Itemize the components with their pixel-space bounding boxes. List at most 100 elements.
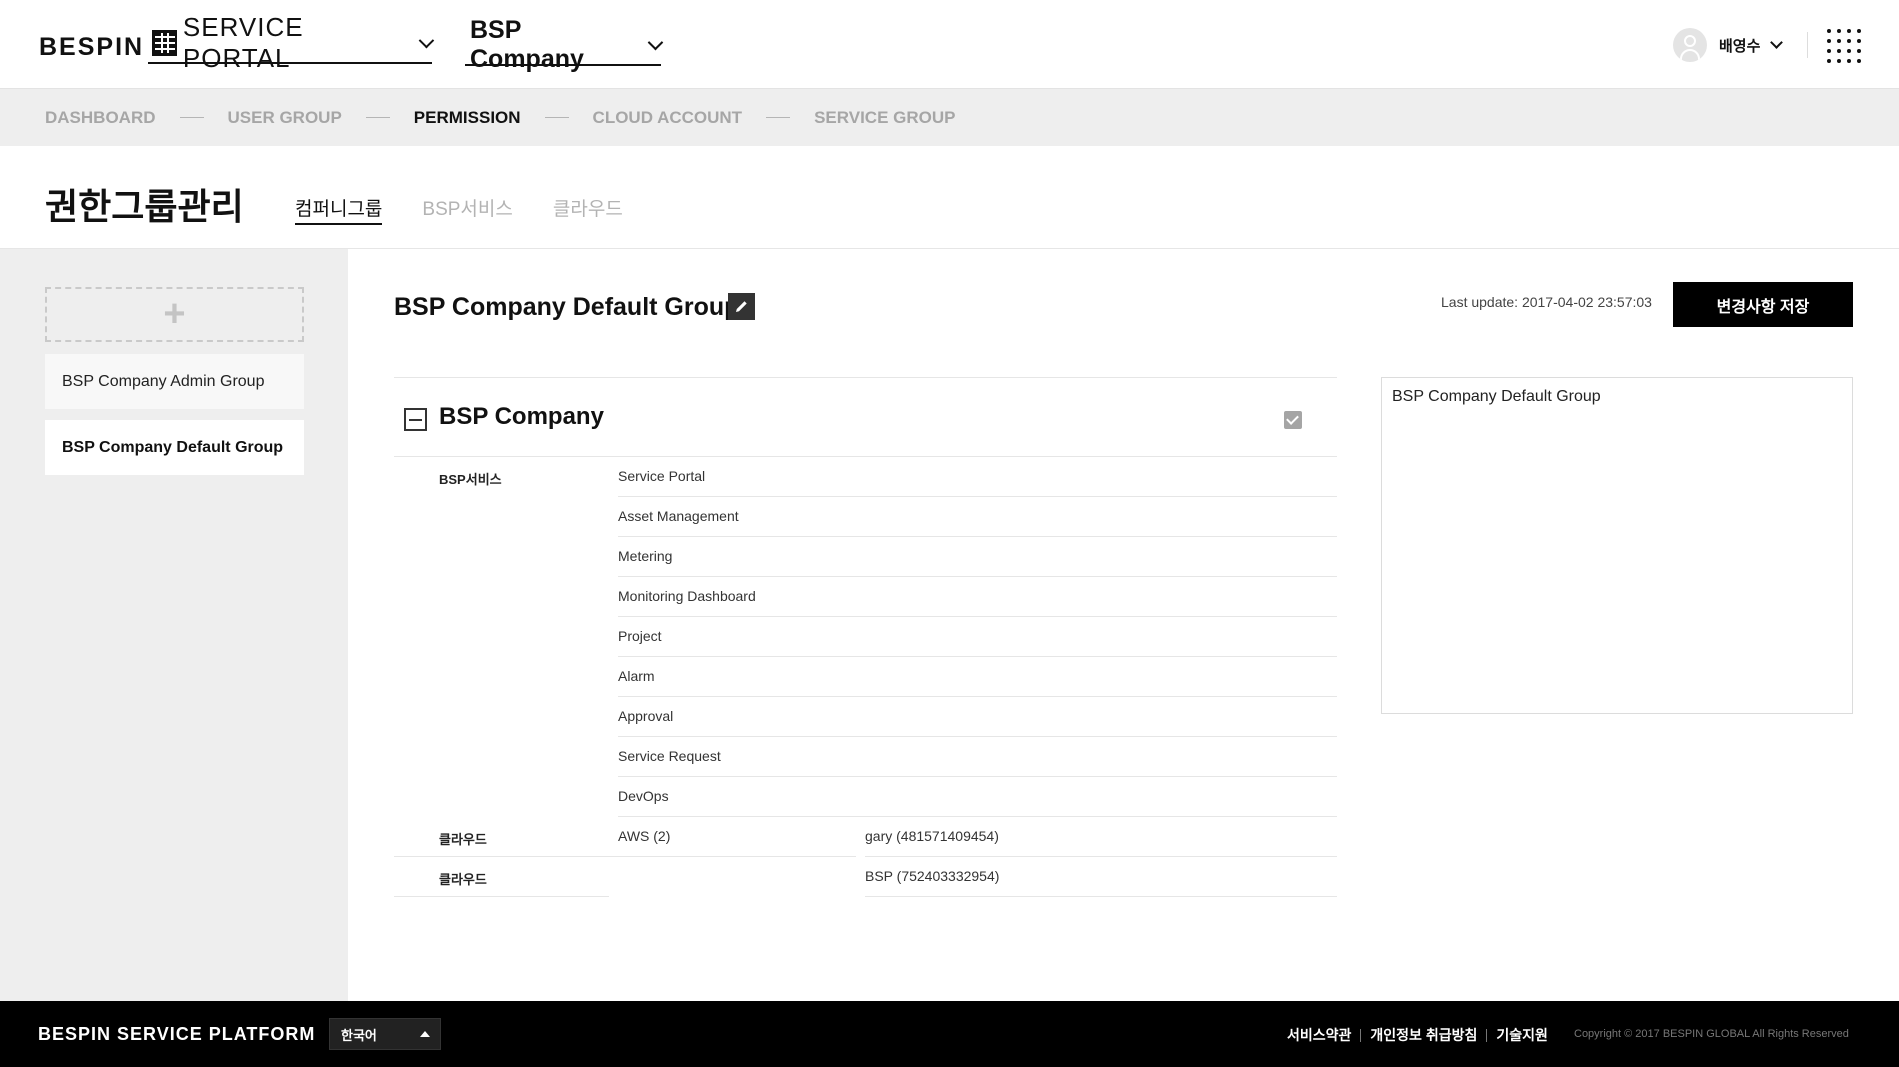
service-name: DevOps	[618, 788, 669, 804]
category-cell	[394, 857, 609, 897]
step-dashboard[interactable]: DASHBOARD	[45, 108, 156, 128]
language-select[interactable]: 한국어	[329, 1018, 441, 1050]
permission-company-header: BSP Company	[394, 377, 1337, 457]
service-cell[interactable]: Approval	[618, 697, 1337, 737]
service-name: Service Request	[618, 748, 721, 764]
account-cell[interactable]: gary (481571409454)	[865, 817, 1337, 857]
group-item-default[interactable]: BSP Company Default Group	[45, 420, 304, 475]
main-panel: BSP Company Default Group Last update: 2…	[348, 249, 1899, 1001]
service-name: Asset Management	[618, 508, 739, 524]
category-cell	[394, 817, 609, 857]
collapse-icon[interactable]	[404, 408, 427, 431]
chevron-down-icon	[647, 34, 664, 50]
footer-link-terms[interactable]: 서비스약관	[1287, 1025, 1351, 1045]
footer-divider	[1486, 1028, 1488, 1042]
tab-company-group[interactable]: 컴퍼니그룹	[295, 194, 383, 225]
top-header: BESPIN SERVICE PORTAL BSP Company 배영수	[0, 0, 1899, 89]
chevron-down-icon	[419, 32, 435, 48]
account-name: BSP (752403332954)	[865, 868, 1000, 884]
table-row: Metering	[394, 537, 1337, 577]
table-row: Asset Management	[394, 497, 1337, 537]
service-cell[interactable]: Alarm	[618, 657, 1337, 697]
title-bar: 권한그룹관리 컴퍼니그룹 BSP서비스 클라우드	[0, 146, 1899, 249]
group-sidebar: + BSP Company Admin Group BSP Company De…	[0, 249, 348, 1001]
chevron-down-icon	[1770, 36, 1784, 49]
portal-grid-icon	[152, 30, 177, 56]
provider-cell[interactable]: AWS (2)	[609, 817, 856, 857]
table-row: Alarm	[394, 657, 1337, 697]
header-divider	[1807, 32, 1808, 58]
step-navigation: DASHBOARD USER GROUP PERMISSION CLOUD AC…	[0, 89, 1899, 146]
category-label: 클라우드	[439, 872, 487, 887]
pencil-icon	[736, 301, 747, 312]
add-group-button[interactable]: +	[45, 287, 304, 342]
table-row: BSP서비스 Service Portal	[394, 457, 1337, 497]
step-cloud-account[interactable]: CLOUD ACCOUNT	[593, 108, 743, 128]
permission-table: BSP Company BSP서비스 Service Portal Asset …	[394, 377, 1337, 897]
company-selector-label: BSP Company	[470, 16, 584, 73]
footer-link-support[interactable]: 기술지원	[1496, 1025, 1548, 1045]
edit-title-button[interactable]	[728, 293, 755, 320]
permission-company-name: BSP Company	[439, 403, 604, 430]
tab-cloud[interactable]: 클라우드	[553, 194, 623, 225]
service-name: Alarm	[618, 668, 655, 684]
group-item-admin[interactable]: BSP Company Admin Group	[45, 354, 304, 409]
step-permission[interactable]: PERMISSION	[414, 108, 521, 128]
table-row: DevOps	[394, 777, 1337, 817]
provider-name: AWS (2)	[618, 828, 671, 844]
language-select-value: 한국어	[341, 1027, 377, 1043]
company-selector[interactable]: BSP Company	[465, 16, 664, 73]
service-name: Project	[618, 628, 662, 644]
step-divider	[544, 117, 569, 118]
app-launcher-icon[interactable]	[1827, 29, 1861, 63]
step-service-group[interactable]: SERVICE GROUP	[814, 108, 955, 128]
tab-bsp-service[interactable]: BSP서비스	[422, 194, 512, 225]
step-divider	[766, 117, 791, 118]
step-divider	[365, 117, 390, 118]
portal-selector[interactable]: SERVICE PORTAL	[148, 12, 435, 73]
company-checkbox[interactable]	[1284, 411, 1302, 429]
table-row: Project	[394, 617, 1337, 657]
category-label: 클라우드	[439, 832, 487, 847]
avatar	[1673, 28, 1707, 62]
user-menu[interactable]: 배영수	[1673, 28, 1784, 62]
service-cell[interactable]: Monitoring Dashboard	[618, 577, 1337, 617]
table-row: Monitoring Dashboard	[394, 577, 1337, 617]
footer-link-privacy[interactable]: 개인정보 취급방침	[1370, 1025, 1477, 1045]
group-title: BSP Company Default Group	[394, 293, 740, 321]
service-name: Metering	[618, 548, 673, 564]
copyright-text: Copyright © 2017 BESPIN GLOBAL All Right…	[1574, 1028, 1849, 1040]
tab-bar: 컴퍼니그룹 BSP서비스 클라우드	[295, 194, 663, 225]
bespin-logo[interactable]: BESPIN	[39, 33, 144, 62]
step-user-group[interactable]: USER GROUP	[228, 108, 342, 128]
account-cell[interactable]: BSP (752403332954)	[865, 857, 1337, 897]
table-row: Approval	[394, 697, 1337, 737]
service-cell[interactable]: Metering	[618, 537, 1337, 577]
service-cell[interactable]: Service Request	[618, 737, 1337, 777]
category-label: BSP서비스	[439, 472, 502, 487]
footer-logo: BESPIN SERVICE PLATFORM	[38, 1024, 316, 1044]
service-cell[interactable]: DevOps	[618, 777, 1337, 817]
service-cell[interactable]: Service Portal	[618, 457, 1337, 497]
portal-selector-label: SERVICE PORTAL	[182, 12, 304, 73]
last-update-text: Last update: 2017-04-02 23:57:03	[1441, 294, 1652, 310]
footer-links: 서비스약관 개인정보 취급방침 기술지원	[1287, 1025, 1548, 1045]
service-name: Monitoring Dashboard	[618, 588, 756, 604]
page-title: 권한그룹관리	[45, 186, 244, 227]
footer-divider	[1360, 1028, 1362, 1042]
table-row: 클라우드 AWS (2) gary (481571409454)	[394, 817, 1337, 857]
service-cell[interactable]: Project	[618, 617, 1337, 657]
caret-up-icon	[420, 1031, 430, 1037]
service-cell[interactable]: Asset Management	[618, 497, 1337, 537]
group-description-field[interactable]: BSP Company Default Group	[1381, 377, 1853, 714]
table-row: 클라우드 BSP (752403332954)	[394, 857, 1337, 897]
provider-cell	[609, 857, 856, 897]
table-row: Service Request	[394, 737, 1337, 777]
footer: BESPIN SERVICE PLATFORM 한국어 서비스약관 개인정보 취…	[0, 1001, 1899, 1067]
service-name: Service Portal	[618, 468, 706, 484]
step-divider	[179, 117, 204, 118]
save-changes-button[interactable]: 변경사항 저장	[1673, 282, 1853, 327]
user-name: 배영수	[1719, 37, 1761, 55]
account-name: gary (481571409454)	[865, 828, 999, 844]
service-name: Approval	[618, 708, 674, 724]
